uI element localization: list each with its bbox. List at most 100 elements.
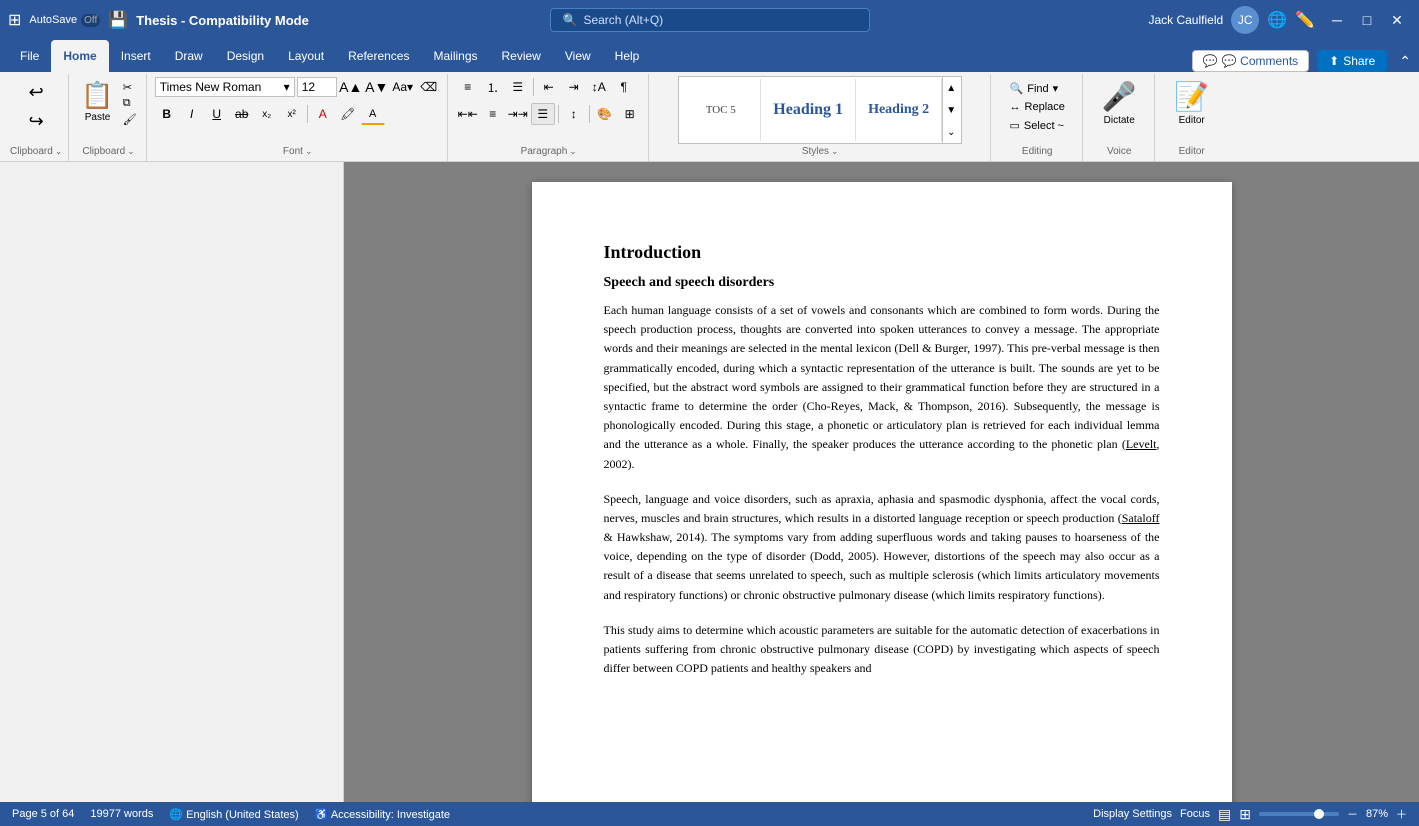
superscript-button[interactable]: x² xyxy=(280,103,304,125)
pen-icon[interactable]: ✏️ xyxy=(1295,10,1315,30)
zoom-out-button[interactable]: － xyxy=(1347,806,1358,822)
select-button[interactable]: ▭ Select ~ xyxy=(1004,117,1070,134)
close-button[interactable]: ✕ xyxy=(1383,6,1411,34)
display-settings-button[interactable]: Display Settings xyxy=(1093,808,1172,820)
font-size-increase-button[interactable]: A▲ xyxy=(339,76,363,98)
styles-expand-button[interactable]: ⌄ xyxy=(943,121,959,143)
tab-review[interactable]: Review xyxy=(490,40,553,72)
strikethrough-button[interactable]: ab xyxy=(230,103,254,125)
redo-button[interactable]: ↪ xyxy=(18,109,54,134)
tab-insert[interactable]: Insert xyxy=(109,40,163,72)
minimize-button[interactable]: ─ xyxy=(1323,6,1351,34)
italic-button[interactable]: I xyxy=(180,103,204,125)
tab-home[interactable]: Home xyxy=(51,40,108,72)
font-expand-icon[interactable]: ⌄ xyxy=(305,146,313,157)
font-family-selector[interactable]: Times New Roman ▾ xyxy=(155,77,295,97)
copy-button[interactable]: ⧉ xyxy=(120,96,140,111)
bold-button[interactable]: B xyxy=(155,103,179,125)
undo-button[interactable]: ↩ xyxy=(18,80,54,105)
align-right-button[interactable]: ⇥⇥ xyxy=(506,103,530,125)
focus-button[interactable]: Focus xyxy=(1180,808,1210,820)
undo-content: ↩ ↪ xyxy=(18,76,54,144)
style-heading2[interactable]: Heading 2 xyxy=(856,79,942,141)
app-title: Thesis - Compatibility Mode xyxy=(136,13,309,28)
multilevel-list-button[interactable]: ☰ xyxy=(506,76,530,98)
format-painter-icon: 🖌 xyxy=(123,113,137,126)
ribbon-group-clipboard: 📋 Paste ✂ ⧉ 🖌 Clipboard ⌄ xyxy=(71,74,146,161)
show-formatting-button[interactable]: ¶ xyxy=(612,76,636,98)
find-button[interactable]: 🔍 Find ▾ xyxy=(1004,80,1065,97)
ribbon-group-styles: TOC 5 Heading 1 Heading 2 ▲ ▼ ⌄ Styles ⌄ xyxy=(651,74,991,161)
borders-button[interactable]: ⊞ xyxy=(618,103,642,125)
autosave-toggle[interactable]: Off xyxy=(81,14,100,27)
cut-icon: ✂ xyxy=(123,81,132,94)
subscript-button[interactable]: x₂ xyxy=(255,103,279,125)
justify-button[interactable]: ☰ xyxy=(531,103,555,125)
font-color-button[interactable]: A xyxy=(311,103,335,125)
view-double-icon[interactable]: ⊞ xyxy=(1239,806,1251,823)
numbering-button[interactable]: ⒈ xyxy=(481,76,505,98)
undo-expand-icon[interactable]: ⌄ xyxy=(55,146,63,157)
line-spacing-button[interactable]: ↕ xyxy=(562,103,586,125)
clipboard-expand-icon[interactable]: ⌄ xyxy=(127,146,135,157)
comments-button[interactable]: 💬 💬 Comments xyxy=(1192,50,1309,72)
zoom-thumb xyxy=(1314,809,1324,819)
underline-button[interactable]: U xyxy=(205,103,229,125)
zoom-percent[interactable]: 87% xyxy=(1366,808,1388,820)
decrease-indent-button[interactable]: ⇤ xyxy=(537,76,561,98)
font-size-selector[interactable]: 12 xyxy=(297,77,337,97)
bullets-button[interactable]: ≡ xyxy=(456,76,480,98)
document-page[interactable]: Introduction Speech and speech disorders… xyxy=(532,182,1232,802)
styles-scroll-up-button[interactable]: ▲ xyxy=(943,77,959,99)
cut-button[interactable]: ✂ xyxy=(120,80,140,95)
ribbon-expand-icon[interactable]: ⌃ xyxy=(1399,53,1411,70)
share-icon: ⬆ xyxy=(1329,54,1339,68)
tab-view[interactable]: View xyxy=(553,40,603,72)
align-center-button[interactable]: ≡ xyxy=(481,103,505,125)
zoom-slider[interactable] xyxy=(1259,812,1339,816)
style-toc5[interactable]: TOC 5 xyxy=(681,79,761,141)
replace-button[interactable]: ↔ Replace xyxy=(1004,99,1071,115)
highlight-button[interactable]: 🖍 xyxy=(336,103,360,125)
accessibility-indicator[interactable]: ♿ Accessibility: Investigate xyxy=(315,808,450,821)
ribbon-group-editor: 📝 Editor Editor xyxy=(1157,74,1227,161)
tab-draw[interactable]: Draw xyxy=(163,40,215,72)
grid-icon[interactable]: ⊞ xyxy=(8,10,21,30)
style-heading1[interactable]: Heading 1 xyxy=(761,79,856,141)
tab-layout[interactable]: Layout xyxy=(276,40,336,72)
text-color-button[interactable]: A xyxy=(361,103,385,125)
share-button[interactable]: ⬆ Share xyxy=(1317,50,1387,72)
voice-content: 🎤 Dictate xyxy=(1102,76,1137,144)
paste-button[interactable]: 📋 Paste xyxy=(77,78,117,125)
view-single-icon[interactable]: ▤ xyxy=(1218,806,1231,823)
globe-icon[interactable]: 🌐 xyxy=(1267,10,1287,30)
tab-design[interactable]: Design xyxy=(215,40,276,72)
dictate-icon: 🎤 xyxy=(1102,80,1137,113)
styles-scroll-down-button[interactable]: ▼ xyxy=(943,99,959,121)
increase-indent-button[interactable]: ⇥ xyxy=(562,76,586,98)
change-case-button[interactable]: Aa▾ xyxy=(391,76,415,98)
font-name-display: Times New Roman xyxy=(160,80,262,94)
maximize-button[interactable]: □ xyxy=(1353,6,1381,34)
tab-mailings[interactable]: Mailings xyxy=(421,40,489,72)
search-bar[interactable]: 🔍 Search (Alt+Q) xyxy=(550,8,870,32)
shading-button[interactable]: 🎨 xyxy=(593,103,617,125)
document-main[interactable]: Introduction Speech and speech disorders… xyxy=(344,162,1419,802)
format-painter-button[interactable]: 🖌 xyxy=(120,112,140,127)
search-icon: 🔍 xyxy=(563,13,578,27)
styles-expand-icon[interactable]: ⌄ xyxy=(831,146,839,157)
sort-button[interactable]: ↕A xyxy=(587,76,611,98)
zoom-in-button[interactable]: ＋ xyxy=(1396,806,1407,822)
tab-file[interactable]: File xyxy=(8,40,51,72)
save-icon[interactable]: 💾 xyxy=(108,10,128,30)
styles-scroll-buttons: ▲ ▼ ⌄ xyxy=(942,77,959,143)
avatar[interactable]: JC xyxy=(1231,6,1259,34)
align-left-button[interactable]: ⇤⇤ xyxy=(456,103,480,125)
paragraph-expand-icon[interactable]: ⌄ xyxy=(569,146,577,157)
styles-panel: TOC 5 Heading 1 Heading 2 ▲ ▼ ⌄ xyxy=(678,76,962,144)
tab-references[interactable]: References xyxy=(336,40,421,72)
font-size-decrease-button[interactable]: A▼ xyxy=(365,76,389,98)
tab-help[interactable]: Help xyxy=(603,40,652,72)
clear-formatting-button[interactable]: ⌫ xyxy=(417,76,441,98)
editing-content: 🔍 Find ▾ ↔ Replace ▭ Select ~ xyxy=(1004,76,1071,144)
